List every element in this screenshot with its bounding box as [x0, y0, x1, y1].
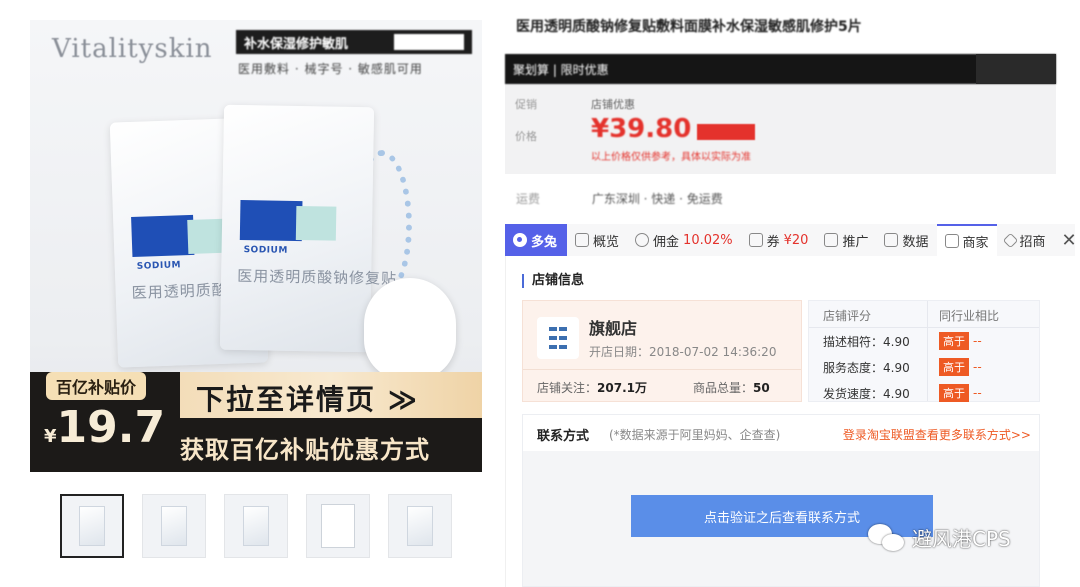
bar-chart-icon — [884, 233, 899, 247]
thumbnail[interactable] — [306, 494, 370, 558]
rabbit-icon — [513, 233, 527, 247]
shop-card: 旗舰店 开店日期：2018-07-02 14:36:20 店铺关注：207.1万… — [522, 300, 802, 402]
tab-merchant[interactable]: 商家 — [936, 224, 997, 256]
tab-data[interactable]: 数据 — [876, 224, 936, 256]
divider — [523, 369, 801, 370]
chart-icon — [575, 233, 590, 247]
product-price: ¥39.80 — [591, 114, 692, 144]
contact-title: 联系方式 — [537, 429, 590, 444]
rating-row: 发货速度：4.90 — [823, 387, 910, 401]
price-badge — [697, 124, 755, 140]
main-product-image[interactable]: Vitalityskin 补水保湿修护敏肌 医用敷料 · 械字号 · 敏感肌可用… — [30, 20, 482, 472]
thumbnail[interactable] — [388, 494, 452, 558]
thumbnail[interactable] — [60, 494, 124, 558]
shop-followers: 店铺关注：207.1万 — [537, 381, 647, 395]
rating-header: 店铺评分 — [823, 309, 872, 323]
price-label: 价格 — [515, 130, 537, 143]
diamond-icon — [1002, 232, 1018, 248]
sale-label: 促销 — [515, 98, 537, 111]
thumbnail[interactable] — [142, 494, 206, 558]
cta-subsidy-method: 获取百亿补贴优惠方式 — [180, 436, 430, 464]
compare-header: 同行业相比 — [939, 309, 1000, 323]
page: Vitalityskin 补水保湿修护敏肌 医用敷料 · 械字号 · 敏感肌可用… — [0, 0, 1080, 587]
product-sachet: SODIUM 医用透明质酸钠修复贴 — [219, 104, 397, 353]
cta-pull-down: 下拉至详情页 ≫ — [196, 383, 420, 416]
yen-icon — [635, 233, 650, 247]
face-mask-illustration — [364, 278, 456, 380]
tab-coupon[interactable]: 券 ¥20 — [741, 224, 817, 256]
wechat-icon — [866, 522, 906, 552]
tab-promote[interactable]: 推广 — [816, 224, 876, 256]
shop-name[interactable]: 旗舰店 — [589, 315, 637, 339]
brand-logo: Vitalityskin — [52, 34, 213, 64]
thumbnail-strip — [60, 494, 452, 558]
promo-tag: 补水保湿修护敏肌 — [236, 30, 472, 54]
subsidy-badge: 百亿补贴价 — [46, 372, 147, 400]
price-box: 聚划算 | 限时优惠 促销 店铺优惠 价格 ¥39.80 以上价格仅供参考，具体… — [505, 54, 1056, 174]
compare-badge: 高于 -- — [939, 332, 982, 350]
plugin-tab-bar: 多兔 概览 佣金 10.02% 券 ¥20 推广 数据 商家 招商 ✕ — [505, 224, 1077, 256]
shop-logo — [537, 317, 579, 359]
megaphone-icon — [824, 233, 839, 247]
tab-commission[interactable]: 佣金 10.02% — [627, 224, 741, 256]
tab-duotu[interactable]: 多兔 — [505, 224, 568, 256]
shop-icon — [944, 234, 959, 248]
watermark: 避风港CPS — [866, 522, 1011, 552]
ticket-icon — [748, 233, 763, 247]
contact-source-note: (*数据来源于阿里妈妈、企查查) — [609, 428, 781, 442]
login-more-contacts-link[interactable]: 登录淘宝联盟查看更多联系方式>> — [843, 426, 1031, 443]
sale-value: 店铺优惠 — [591, 98, 635, 111]
thumbnail[interactable] — [224, 494, 288, 558]
shop-product-count: 商品总量：50 — [693, 381, 770, 395]
promo-subtitle: 医用敷料 · 械字号 · 敏感肌可用 — [238, 62, 423, 76]
product-title: 医用透明质酸钠修复贴敷料面膜补水保湿敏感肌修护5片 — [516, 19, 862, 35]
price-note: 以上价格仅供参考，具体以实际为准 — [591, 152, 751, 163]
tab-overview[interactable]: 概览 — [567, 224, 627, 256]
contact-section: 联系方式 (*数据来源于阿里妈妈、企查查) 登录淘宝联盟查看更多联系方式>> 点… — [522, 414, 1040, 587]
close-icon[interactable]: ✕ — [1054, 224, 1080, 256]
rating-row: 描述相符：4.90 — [823, 335, 910, 349]
shipping-row: 运费 广东深圳 · 快递 · 免运费 — [516, 192, 723, 206]
tab-recruit[interactable]: 招商 — [997, 224, 1054, 256]
section-title: 店铺信息 — [522, 274, 584, 288]
compare-badge: 高于 -- — [939, 384, 982, 402]
compare-badge: 高于 -- — [939, 358, 982, 376]
rating-row: 服务态度：4.90 — [823, 361, 910, 375]
promo-bar: 聚划算 | 限时优惠 — [505, 54, 1056, 84]
subsidy-price: ¥19.7 — [44, 402, 166, 453]
shop-rating-table: 店铺评分 同行业相比 描述相符：4.90 高于 -- 服务态度：4.90 高于 --… — [808, 300, 1040, 402]
shop-open-date: 开店日期：2018-07-02 14:36:20 — [589, 345, 777, 359]
